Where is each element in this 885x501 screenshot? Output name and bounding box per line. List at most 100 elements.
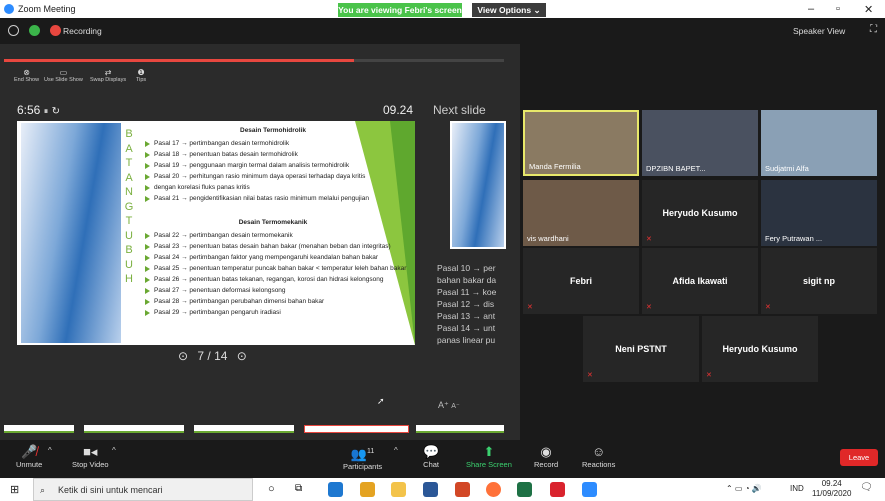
- participant-tile[interactable]: vis wardhani: [523, 180, 639, 246]
- audio-options-icon[interactable]: ^: [48, 446, 52, 455]
- next-slide-label: Next slide: [433, 103, 486, 117]
- participant-tile[interactable]: DPZIBN BAPET...: [642, 110, 758, 176]
- slide-thumbnail[interactable]: [84, 425, 184, 433]
- reactions-button[interactable]: ☺ Reactions: [582, 444, 615, 469]
- prev-slide-icon[interactable]: ⊙: [178, 349, 188, 363]
- file-explorer-icon[interactable]: [391, 482, 406, 497]
- participant-tile[interactable]: Febri ✕: [523, 248, 639, 314]
- chat-button[interactable]: 💬 Chat: [423, 444, 439, 469]
- zoom-taskbar-icon[interactable]: [582, 482, 597, 497]
- participant-tile[interactable]: Manda Fermilia: [523, 110, 639, 176]
- note-line: Pasal 13 → ant: [437, 311, 496, 321]
- fuel-assembly-image: [21, 123, 121, 343]
- mic-muted-icon: ✕: [706, 372, 712, 379]
- stop-video-button[interactable]: ■◂ Stop Video: [72, 444, 109, 469]
- share-screen-button[interactable]: ⬆ Share Screen: [466, 444, 512, 469]
- tray-icons[interactable]: ⌃ ▭ ◔ 🔊: [726, 484, 762, 493]
- excel-icon[interactable]: [517, 482, 532, 497]
- slide-tools: ⊗ End Show ▭ Use Slide Show ⇄ Swap Displays…: [8, 68, 158, 88]
- participant-name: Fery Putrawan ...: [765, 234, 823, 243]
- font-increase-button[interactable]: A⁺: [438, 400, 449, 410]
- participant-name: Sudjatmi Alfa: [765, 164, 809, 173]
- edge-icon[interactable]: [328, 482, 343, 497]
- speaker-view-button[interactable]: Speaker View: [793, 26, 845, 36]
- slide-thumbnail[interactable]: [4, 425, 74, 433]
- participant-tile[interactable]: Heryudo Kusumo ✕: [642, 180, 758, 246]
- slide-bullet: Pasal 27 → penentuan deformasi kelongson…: [145, 285, 406, 296]
- slide-bullet: Pasal 25 → penentuan temperatur puncak b…: [145, 263, 406, 274]
- recording-icon: [50, 25, 61, 36]
- list-termohidrolik: Pasal 17 → pertimbangan desain termohidr…: [145, 138, 369, 204]
- reset-icon[interactable]: ↻: [52, 106, 60, 117]
- record-label: Record: [534, 460, 559, 469]
- font-decrease-button[interactable]: A⁻: [451, 403, 459, 410]
- minimize-icon[interactable]: –: [808, 3, 814, 15]
- slide-navigation: ⊙ 7 / 14 ⊙: [178, 349, 247, 363]
- slide-thumbnail[interactable]: [194, 425, 294, 433]
- firefox-icon[interactable]: [486, 482, 501, 497]
- participant-name: Afida Ikawati: [672, 276, 728, 286]
- end-show-label: End Show: [14, 77, 40, 83]
- participants-button[interactable]: 👥11 Participants: [343, 444, 382, 471]
- reactions-icon: ☺: [592, 444, 606, 459]
- share-screen-label: Share Screen: [466, 460, 512, 469]
- clock: 09.24: [383, 103, 414, 117]
- participants-icon: 👥11: [350, 446, 375, 462]
- mic-muted-icon: ✕: [765, 304, 771, 311]
- swap-icon: ⇄: [104, 68, 112, 77]
- windows-taskbar: ⊞ ⌕ Ketik di sini untuk mencari ○ ⧉ ⌃ ▭ ◔…: [0, 478, 885, 501]
- close-icon[interactable]: ✕: [864, 3, 873, 16]
- maximize-icon[interactable]: ▫: [836, 3, 840, 15]
- word-icon[interactable]: [423, 482, 438, 497]
- end-show-button[interactable]: ⊗ End Show: [14, 68, 39, 83]
- end-show-icon: ⊗: [23, 68, 30, 77]
- record-icon: ◉: [540, 444, 552, 459]
- windows-start-icon[interactable]: ⊞: [10, 483, 19, 496]
- slide-thumbnail-current[interactable]: [304, 425, 409, 433]
- record-button[interactable]: ◉ Record: [534, 444, 558, 469]
- vertical-letter: T: [125, 157, 133, 169]
- participant-tile[interactable]: sigit np ✕: [761, 248, 877, 314]
- participant-tile[interactable]: Fery Putrawan ...: [761, 180, 877, 246]
- slide-counter: 7 / 14: [197, 349, 228, 363]
- use-slide-show-label: Use Slide Show: [44, 77, 83, 83]
- leave-button[interactable]: Leave: [840, 449, 878, 466]
- tips-button[interactable]: ❶ Tips: [136, 68, 146, 83]
- slide-bullet: Pasal 26 → penentuan batas tekanan, rega…: [145, 274, 406, 285]
- participant-tile[interactable]: Sudjatmi Alfa: [761, 110, 877, 176]
- taskbar-search[interactable]: ⌕ Ketik di sini untuk mencari: [33, 478, 253, 501]
- gallery-view: Manda Fermilia DPZIBN BAPET... Sudjatmi Al…: [520, 44, 885, 440]
- slide-thumbnail[interactable]: [416, 425, 504, 433]
- acrobat-icon[interactable]: [550, 482, 565, 497]
- use-slide-show-button[interactable]: ▭ Use Slide Show: [44, 68, 83, 83]
- task-view-icon[interactable]: ⧉: [295, 483, 302, 494]
- next-slide-icon[interactable]: ⊙: [237, 349, 247, 363]
- shield-icon[interactable]: [29, 25, 40, 36]
- language-indicator[interactable]: IND: [790, 484, 804, 493]
- notification-icon[interactable]: 🗨: [860, 482, 873, 493]
- tips-label: Tips: [136, 77, 147, 83]
- participant-tile[interactable]: Afida Ikawati ✕: [642, 248, 758, 314]
- meeting-toolbar: 🎤̸ Unmute ^ ■◂ Stop Video ^ 👥11 Participant…: [0, 440, 885, 478]
- mic-muted-icon: 🎤̸: [21, 444, 38, 459]
- participant-tile[interactable]: Neni PSTNT ✕: [583, 316, 699, 382]
- next-slide-thumbnail[interactable]: [450, 121, 506, 249]
- clock-time: 09.24: [821, 479, 842, 488]
- unmute-button[interactable]: 🎤̸ Unmute: [16, 444, 42, 469]
- chrome-icon[interactable]: [360, 482, 375, 497]
- vertical-letter: G: [124, 200, 134, 213]
- pause-icon[interactable]: ⏸: [44, 106, 49, 116]
- tips-icon: ❶: [137, 68, 145, 77]
- participants-options-icon[interactable]: ^: [394, 446, 398, 455]
- view-options-button[interactable]: View Options ⌄: [472, 3, 546, 17]
- participant-tile[interactable]: Heryudo Kusumo ✕: [702, 316, 818, 382]
- unmute-label: Unmute: [16, 460, 43, 469]
- info-icon[interactable]: [8, 25, 19, 36]
- fullscreen-icon[interactable]: ⛶: [870, 24, 877, 35]
- cortana-icon[interactable]: ○: [268, 483, 275, 495]
- taskbar-clock[interactable]: 09.24 11/09/2020: [812, 479, 851, 499]
- swap-displays-button[interactable]: ⇄ Swap Displays: [90, 68, 126, 83]
- powerpoint-icon[interactable]: [455, 482, 470, 497]
- vertical-letter: A: [125, 142, 133, 155]
- video-options-icon[interactable]: ^: [112, 446, 116, 455]
